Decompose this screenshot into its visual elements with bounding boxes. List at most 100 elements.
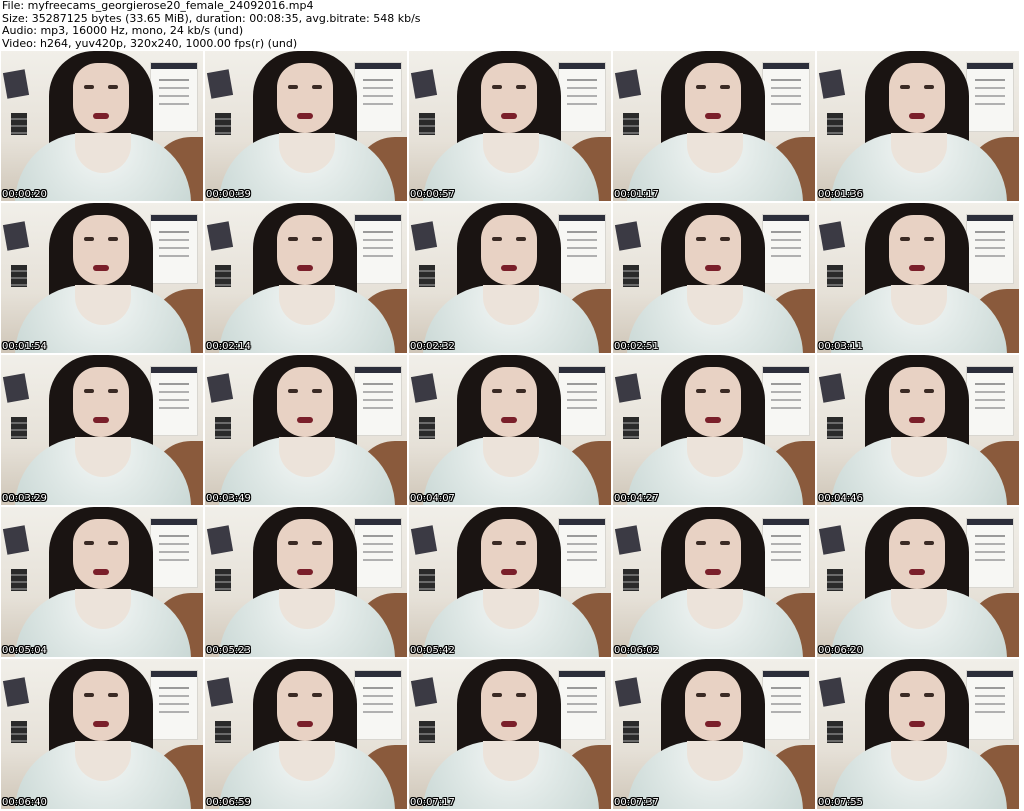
- frame-lips: [501, 113, 517, 119]
- frame-eye-l: [84, 389, 94, 393]
- frame-timestamp: 00:07:37: [614, 797, 659, 808]
- frame-eye-l: [696, 85, 706, 89]
- frame-timestamp: 00:00:57: [410, 189, 455, 200]
- frame-lips: [705, 417, 721, 423]
- frame-eye-l: [696, 389, 706, 393]
- frame-strip: [419, 265, 435, 287]
- frame-doc: [763, 215, 809, 283]
- frame-poster-dark: [410, 525, 438, 555]
- frame-doc: [151, 63, 197, 131]
- frame-poster-dark: [410, 69, 438, 99]
- video-frame-thumbnail: 00:05:04: [1, 507, 203, 657]
- frame-timestamp: 00:07:55: [818, 797, 863, 808]
- frame-poster-dark: [818, 69, 846, 99]
- frame-face: [481, 671, 537, 741]
- frame-face: [277, 63, 333, 133]
- frame-doc: [967, 63, 1013, 131]
- frame-face: [73, 519, 129, 589]
- video-frame-thumbnail: 00:01:36: [817, 51, 1019, 201]
- frame-poster-dark: [206, 677, 234, 707]
- frame-eye-r: [516, 85, 526, 89]
- frame-doc: [355, 671, 401, 739]
- frame-eye-r: [108, 693, 118, 697]
- frame-eye-l: [900, 693, 910, 697]
- frame-poster-dark: [410, 677, 438, 707]
- frame-strip: [623, 265, 639, 287]
- frame-lips: [909, 113, 925, 119]
- frame-eye-l: [900, 237, 910, 241]
- frame-eye-r: [720, 237, 730, 241]
- frame-face: [889, 519, 945, 589]
- frame-eye-r: [108, 85, 118, 89]
- frame-doc: [967, 215, 1013, 283]
- frame-strip: [623, 569, 639, 591]
- frame-poster-dark: [614, 373, 642, 403]
- frame-eye-l: [288, 541, 298, 545]
- frame-face: [73, 215, 129, 285]
- frame-doc: [559, 519, 605, 587]
- frame-lips: [705, 113, 721, 119]
- frame-strip: [419, 569, 435, 591]
- video-frame-thumbnail: 00:03:29: [1, 355, 203, 505]
- frame-doc: [763, 519, 809, 587]
- frame-eye-r: [312, 237, 322, 241]
- frame-eye-r: [720, 85, 730, 89]
- frame-face: [685, 367, 741, 437]
- frame-lips: [501, 265, 517, 271]
- frame-eye-r: [108, 237, 118, 241]
- frame-strip: [419, 113, 435, 135]
- frame-doc: [559, 367, 605, 435]
- video-frame-thumbnail: 00:02:14: [205, 203, 407, 353]
- video-frame-thumbnail: 00:06:02: [613, 507, 815, 657]
- frame-face: [889, 63, 945, 133]
- frame-eye-r: [108, 541, 118, 545]
- frame-doc: [763, 671, 809, 739]
- frame-strip: [215, 569, 231, 591]
- frame-lips: [501, 417, 517, 423]
- video-frame-thumbnail: 00:01:54: [1, 203, 203, 353]
- frame-eye-r: [720, 693, 730, 697]
- frame-lips: [93, 417, 109, 423]
- frame-eye-l: [696, 693, 706, 697]
- frame-poster-dark: [206, 221, 234, 251]
- frame-eye-l: [900, 85, 910, 89]
- frame-timestamp: 00:06:02: [614, 645, 659, 656]
- frame-eye-l: [84, 85, 94, 89]
- frame-poster-dark: [2, 525, 30, 555]
- frame-poster-dark: [614, 677, 642, 707]
- frame-strip: [827, 569, 843, 591]
- frame-eye-r: [312, 693, 322, 697]
- frame-lips: [909, 265, 925, 271]
- frame-doc: [355, 367, 401, 435]
- frame-timestamp: 00:05:42: [410, 645, 455, 656]
- frame-timestamp: 00:06:20: [818, 645, 863, 656]
- frame-lips: [297, 113, 313, 119]
- frame-timestamp: 00:03:29: [2, 493, 47, 504]
- video-frame-thumbnail: 00:03:11: [817, 203, 1019, 353]
- video-frame-thumbnail: 00:07:17: [409, 659, 611, 809]
- frame-face: [73, 63, 129, 133]
- frame-doc: [151, 215, 197, 283]
- frame-strip: [11, 265, 27, 287]
- frame-timestamp: 00:03:49: [206, 493, 251, 504]
- frame-poster-dark: [410, 221, 438, 251]
- video-frame-thumbnail: 00:00:20: [1, 51, 203, 201]
- video-frame-thumbnail: 00:05:23: [205, 507, 407, 657]
- frame-strip: [419, 721, 435, 743]
- frame-doc: [763, 367, 809, 435]
- frame-poster-dark: [818, 221, 846, 251]
- frame-eye-l: [900, 389, 910, 393]
- file-info-header: File: myfreecams_georgierose20_female_24…: [2, 0, 1022, 50]
- frame-eye-l: [84, 693, 94, 697]
- frame-doc: [355, 215, 401, 283]
- video-info-line: Video: h264, yuv420p, 320x240, 1000.00 f…: [2, 36, 298, 50]
- frame-eye-l: [288, 693, 298, 697]
- frame-timestamp: 00:05:04: [2, 645, 47, 656]
- frame-strip: [827, 265, 843, 287]
- frame-eye-l: [84, 237, 94, 241]
- frame-poster-dark: [818, 525, 846, 555]
- video-frame-thumbnail: 00:06:59: [205, 659, 407, 809]
- frame-eye-r: [312, 85, 322, 89]
- frame-lips: [909, 417, 925, 423]
- frame-timestamp: 00:02:14: [206, 341, 251, 352]
